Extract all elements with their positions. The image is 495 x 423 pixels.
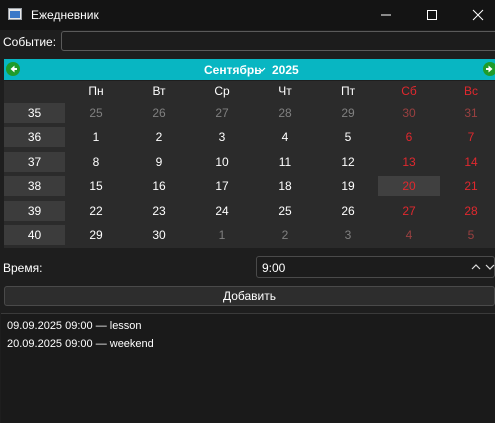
prev-month-button[interactable] [6, 62, 20, 76]
calendar-day-other-month[interactable]: 1 [191, 225, 253, 245]
time-value[interactable]: 9:00 [262, 261, 285, 275]
event-label: Событие: [3, 35, 57, 49]
chevron-up-icon[interactable] [471, 263, 481, 271]
calendar-day-other-month[interactable]: 5 [440, 225, 495, 245]
close-icon [472, 9, 484, 21]
calendar-day[interactable]: 26 [317, 201, 379, 221]
chevron-down-icon[interactable] [485, 263, 495, 271]
calendar-day[interactable]: 19 [317, 176, 379, 196]
calendar-day[interactable]: 24 [191, 201, 253, 221]
minimize-button[interactable] [363, 0, 409, 30]
calendar-day[interactable]: 30 [128, 225, 190, 245]
list-item[interactable]: 20.09.2025 09:00 — weekend [7, 338, 154, 350]
calendar-day[interactable]: 27 [378, 201, 440, 221]
weekday-header: Ср [214, 84, 230, 98]
calendar-day[interactable]: 4 [254, 127, 316, 147]
week-number: 40 [4, 225, 65, 245]
calendar-day[interactable]: 28 [440, 201, 495, 221]
minimize-icon [381, 14, 391, 16]
calendar-day-other-month[interactable]: 28 [254, 103, 316, 123]
calendar-day[interactable]: 7 [440, 127, 495, 147]
week-number: 37 [4, 152, 65, 172]
app-icon [8, 8, 22, 20]
events-list[interactable]: 09.09.2025 09:00 — lesson 20.09.2025 09:… [1, 313, 495, 423]
calendar-day[interactable]: 1 [65, 127, 127, 147]
window-title: Ежедневник [31, 8, 99, 22]
week-number: 38 [4, 176, 65, 196]
calendar-day-other-month[interactable]: 4 [378, 225, 440, 245]
calendar-day-other-month[interactable]: 30 [378, 103, 440, 123]
calendar-navigation-bar: Сентябрь 2025 [4, 59, 495, 80]
calendar-day[interactable]: 16 [128, 176, 190, 196]
calendar-day[interactable]: 9 [128, 152, 190, 172]
event-input[interactable] [61, 31, 495, 51]
calendar-day[interactable]: 13 [378, 152, 440, 172]
maximize-icon [427, 10, 437, 20]
weekday-header-weekend: Сб [401, 84, 417, 98]
calendar-day[interactable]: 2 [128, 127, 190, 147]
chevron-down-icon[interactable] [258, 67, 266, 73]
next-month-button[interactable] [483, 62, 495, 76]
calendar-day-other-month[interactable]: 26 [128, 103, 190, 123]
arrow-right-icon [486, 65, 493, 73]
calendar-day[interactable]: 10 [191, 152, 253, 172]
weekday-header: Вт [152, 84, 166, 98]
calendar-day[interactable]: 17 [191, 176, 253, 196]
week-number: 36 [4, 127, 65, 147]
calendar-day[interactable]: 3 [191, 127, 253, 147]
calendar-day[interactable]: 11 [254, 152, 316, 172]
year-selector[interactable]: 2025 [272, 63, 299, 77]
weekday-header-weekend: Вс [463, 84, 478, 98]
calendar-day-other-month[interactable]: 25 [65, 103, 127, 123]
calendar-day[interactable]: 5 [317, 127, 379, 147]
title-bar: Ежедневник [0, 0, 495, 30]
time-spinbox[interactable]: 9:00 [256, 256, 495, 278]
calendar-day-other-month[interactable]: 27 [191, 103, 253, 123]
add-button[interactable]: Добавить [4, 286, 495, 306]
arrow-left-icon [10, 65, 17, 73]
week-number: 35 [4, 103, 65, 123]
calendar-day[interactable]: 20 [378, 176, 440, 196]
calendar-day[interactable]: 15 [65, 176, 127, 196]
calendar-day[interactable]: 29 [65, 225, 127, 245]
weekday-header: Пт [340, 84, 356, 98]
close-button[interactable] [455, 0, 495, 30]
weekday-header: Пн [88, 84, 104, 98]
time-label: Время: [3, 261, 43, 275]
calendar-day[interactable]: 23 [128, 201, 190, 221]
calendar-day[interactable]: 21 [440, 176, 495, 196]
list-item[interactable]: 09.09.2025 09:00 — lesson [7, 320, 142, 332]
month-selector[interactable]: Сентябрь [204, 63, 262, 77]
weekday-header: Чт [278, 84, 292, 98]
calendar-day[interactable]: 18 [254, 176, 316, 196]
calendar-day-other-month[interactable]: 2 [254, 225, 316, 245]
calendar-day[interactable]: 25 [254, 201, 316, 221]
calendar-day[interactable]: 12 [317, 152, 379, 172]
calendar-grid: Пн Вт Ср Чт Пт Сб Вс 35 25 26 27 28 29 30 31 36 1… [4, 81, 495, 248]
calendar-day-other-month[interactable]: 31 [440, 103, 495, 123]
calendar-day[interactable]: 6 [378, 127, 440, 147]
calendar-day[interactable]: 22 [65, 201, 127, 221]
calendar-day[interactable]: 14 [440, 152, 495, 172]
week-number: 39 [4, 201, 65, 221]
calendar-day-other-month[interactable]: 29 [317, 103, 379, 123]
calendar-day-other-month[interactable]: 3 [317, 225, 379, 245]
calendar-day[interactable]: 8 [65, 152, 127, 172]
maximize-button[interactable] [409, 0, 455, 30]
